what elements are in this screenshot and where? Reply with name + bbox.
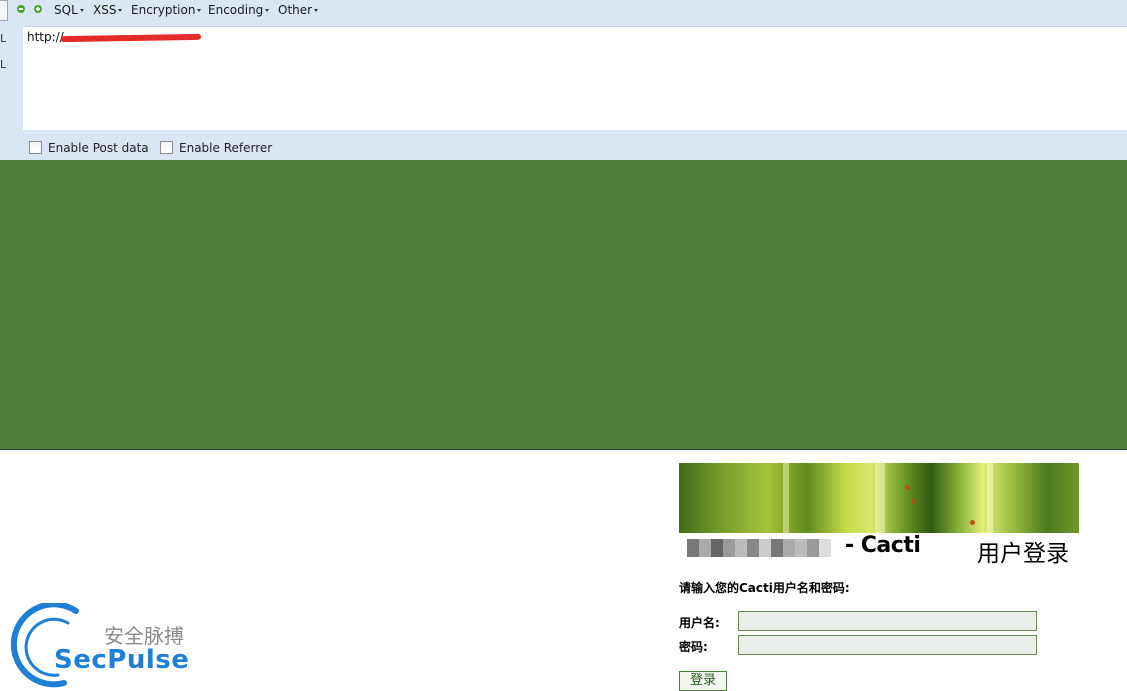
hackbar-panel: L L http:// Enable Post data Enable Refe… <box>0 22 1127 160</box>
post-data-checkbox[interactable] <box>29 141 42 154</box>
enable-post-data-option[interactable]: Enable Post data <box>29 140 149 156</box>
dropdown-caret-icon <box>197 9 202 12</box>
login-prompt: 请输入您的Cacti用户名和密码: <box>679 581 850 595</box>
username-input[interactable] <box>738 611 1037 631</box>
cacti-banner-image <box>679 463 1079 533</box>
menu-other[interactable]: Other <box>278 2 319 18</box>
menu-xss[interactable]: XSS <box>93 2 123 18</box>
load-url-label[interactable]: L <box>0 32 6 45</box>
increase-icon[interactable] <box>34 5 42 13</box>
post-data-label: Enable Post data <box>48 141 149 155</box>
dropdown-caret-icon <box>79 9 84 12</box>
pixelated-redaction <box>687 539 699 557</box>
password-input[interactable] <box>738 635 1037 655</box>
referrer-label: Enable Referrer <box>179 141 273 155</box>
cacti-title: - Cacti <box>845 533 921 558</box>
enable-referrer-option[interactable]: Enable Referrer <box>160 140 272 156</box>
url-text: http:// <box>27 30 64 44</box>
username-label: 用户名: <box>679 616 720 630</box>
decrease-icon[interactable] <box>17 5 25 13</box>
menu-encryption[interactable]: Encryption <box>131 2 202 18</box>
watermark-brand-text: SecPulse <box>54 645 190 675</box>
login-button[interactable]: 登录 <box>679 671 727 691</box>
hackbar-load-url-button[interactable] <box>0 0 8 21</box>
menu-sql[interactable]: SQL <box>54 2 84 18</box>
hackbar-toolbar: SQL XSS Encryption Encoding Other <box>0 0 1127 22</box>
dropdown-caret-icon <box>265 9 270 12</box>
dropdown-caret-icon <box>314 9 319 12</box>
referrer-checkbox[interactable] <box>160 141 173 154</box>
page-header-area <box>0 160 1127 450</box>
url-textarea[interactable]: http:// <box>23 26 1127 130</box>
menu-encoding[interactable]: Encoding <box>208 2 270 18</box>
dropdown-caret-icon <box>118 9 123 12</box>
login-title: 用户登录 <box>977 541 1069 567</box>
redaction-mark <box>60 33 202 43</box>
password-label: 密码: <box>679 640 708 654</box>
execute-label[interactable]: L <box>0 58 6 71</box>
